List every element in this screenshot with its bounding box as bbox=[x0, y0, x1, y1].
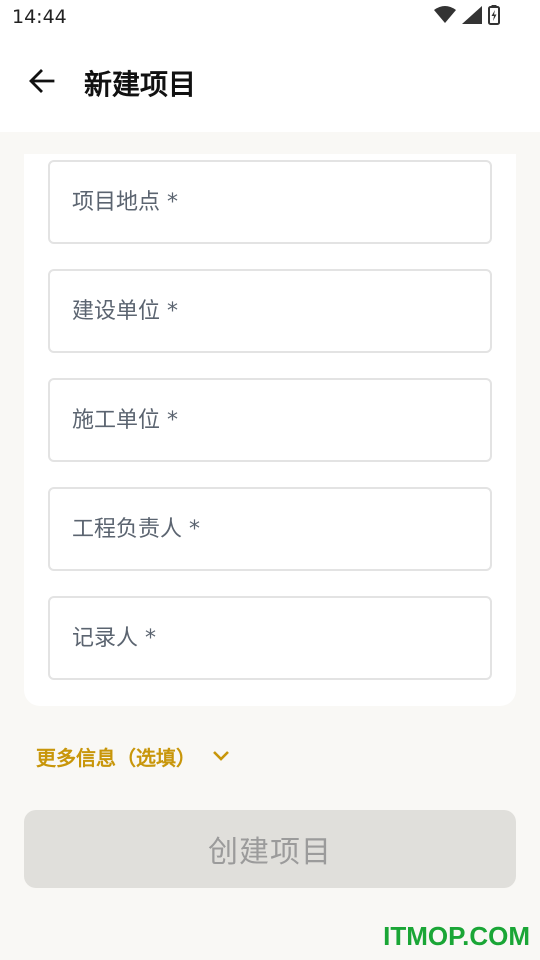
project-location-input[interactable] bbox=[72, 162, 490, 242]
construction-unit-input[interactable] bbox=[72, 271, 490, 351]
signal-icon bbox=[462, 6, 482, 28]
status-bar: 14:44 bbox=[0, 0, 540, 34]
back-button[interactable] bbox=[20, 61, 64, 105]
contractor-unit-field[interactable] bbox=[48, 378, 492, 462]
page-title: 新建项目 bbox=[84, 68, 197, 101]
arrow-left-icon bbox=[29, 68, 55, 98]
project-manager-field[interactable] bbox=[48, 487, 492, 571]
project-manager-input[interactable] bbox=[72, 489, 490, 569]
create-project-button[interactable]: 创建项目 bbox=[24, 810, 516, 888]
status-time: 14:44 bbox=[12, 6, 67, 28]
status-icons bbox=[434, 5, 500, 29]
wifi-icon bbox=[434, 6, 456, 28]
chevron-down-icon bbox=[212, 747, 230, 766]
watermark: ITMOP.COM bbox=[383, 921, 530, 951]
more-info-label: 更多信息（选填） bbox=[36, 746, 196, 770]
form-card bbox=[24, 154, 516, 706]
project-location-field[interactable] bbox=[48, 160, 492, 244]
contractor-unit-input[interactable] bbox=[72, 380, 490, 460]
construction-unit-field[interactable] bbox=[48, 269, 492, 353]
recorder-input[interactable] bbox=[72, 598, 490, 678]
recorder-field[interactable] bbox=[48, 596, 492, 680]
more-info-toggle[interactable]: 更多信息（选填） bbox=[36, 742, 230, 771]
app-bar: 新建项目 bbox=[0, 34, 540, 132]
battery-charging-icon bbox=[488, 5, 500, 29]
